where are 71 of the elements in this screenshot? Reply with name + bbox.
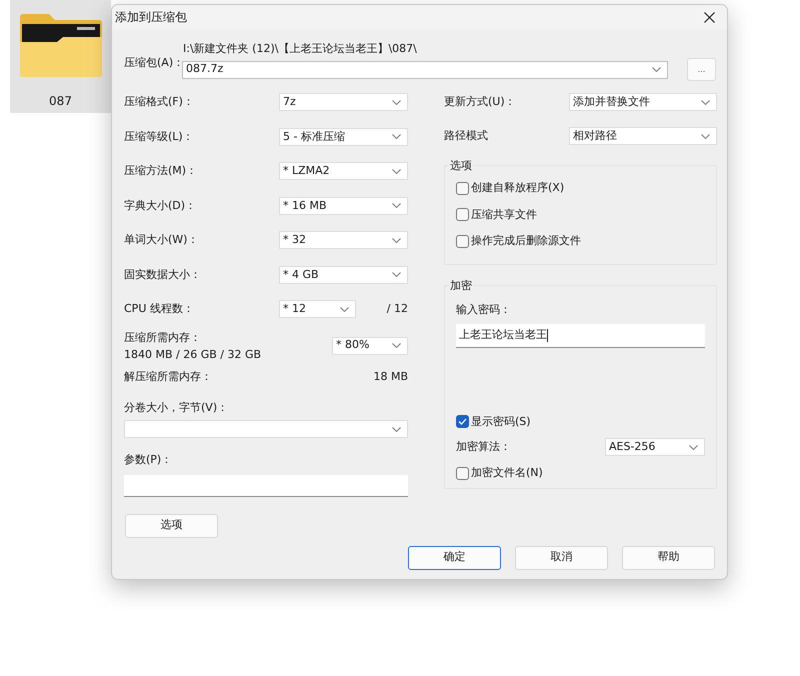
options-button[interactable]: 选项 xyxy=(125,514,218,538)
checkbox-label: 显示密码(S) xyxy=(471,414,531,430)
field-label: 加密算法： xyxy=(456,438,511,455)
field-label: 固实数据大小： xyxy=(124,266,202,282)
archive-path: I:\新建文件夹 (12)\【上老王论坛当老王】\087\ xyxy=(183,41,418,56)
dropdown[interactable]: 添加并替换文件 xyxy=(569,93,717,111)
dropdown[interactable]: AES-256 xyxy=(605,438,705,456)
dialog-button[interactable]: 确定 xyxy=(408,546,501,570)
chevron-down-icon xyxy=(340,306,349,312)
chevron-down-icon xyxy=(652,67,661,72)
chevron-down-icon xyxy=(392,100,401,105)
field-label: 参数(P)： xyxy=(124,452,174,468)
checkmark-icon xyxy=(458,418,467,426)
field-label: 输入密码： xyxy=(456,302,512,318)
chevron-down-icon xyxy=(392,203,401,208)
field-label: 更新方式(U)： xyxy=(444,94,517,110)
field-label: CPU 线程数： xyxy=(124,301,195,317)
dropdown[interactable]: 相对路径 xyxy=(569,127,717,145)
desktop-item[interactable]: 087 xyxy=(10,0,111,113)
window-title: 添加到压缩包 xyxy=(115,9,187,26)
checkbox[interactable] xyxy=(456,182,469,195)
field-label: 压缩方法(M)： xyxy=(124,163,198,179)
chevron-down-icon xyxy=(701,100,710,104)
checkbox-label: 压缩共享文件 xyxy=(471,206,537,222)
group-title: 加密 xyxy=(449,278,473,293)
field-label: 压缩等级(L)： xyxy=(124,128,195,144)
folder-name: 087 xyxy=(49,93,72,110)
dialog-button[interactable]: 取消 xyxy=(515,546,608,570)
field-label: 单词大小(W)： xyxy=(124,232,200,248)
chevron-down-icon xyxy=(392,134,401,140)
dialog-button[interactable]: 帮助 xyxy=(622,546,715,570)
field-label: 路径模式 xyxy=(444,128,489,144)
dropdown[interactable]: * LZMA2 xyxy=(279,162,408,180)
chevron-down-icon xyxy=(392,238,401,243)
chevron-down-icon xyxy=(392,343,401,348)
checkbox[interactable] xyxy=(456,234,469,248)
dropdown[interactable]: * 16 MB xyxy=(279,196,408,215)
checkbox[interactable] xyxy=(456,415,469,428)
checkbox[interactable] xyxy=(456,466,469,480)
folder-icon xyxy=(18,12,102,78)
checkbox-label: 加密文件名(N) xyxy=(471,465,543,481)
field-label: 压缩格式(F)： xyxy=(124,94,195,110)
chevron-down-icon xyxy=(392,426,401,432)
chevron-down-icon xyxy=(392,168,401,174)
dropdown[interactable]: * 80% xyxy=(332,336,408,354)
field-label: 字典大小(D)： xyxy=(124,198,198,214)
password-field[interactable]: 上老王论坛当老王 xyxy=(456,324,705,348)
text-cursor xyxy=(547,328,548,342)
archive-name-field[interactable]: 087.7z xyxy=(182,60,668,78)
field-label: 压缩包(A)： xyxy=(124,55,182,71)
browse-button[interactable]: ... xyxy=(687,58,716,81)
chevron-down-icon xyxy=(392,272,401,278)
chevron-down-icon xyxy=(689,444,698,450)
group-title: 选项 xyxy=(449,158,473,173)
thread-count: / 12 xyxy=(386,301,408,317)
dropdown[interactable]: * 4 GB xyxy=(279,266,408,284)
field-label: 压缩所需内存： xyxy=(124,330,202,346)
field-label: 分卷大小，字节(V)： xyxy=(124,400,230,416)
checkbox-label: 创建自释放程序(X) xyxy=(471,180,564,196)
dropdown[interactable]: * 32 xyxy=(279,231,408,250)
dropdown[interactable]: * 12 xyxy=(279,300,356,318)
parameters-field[interactable] xyxy=(124,474,408,496)
field-label: 解压缩所需内存： xyxy=(124,369,212,386)
dropdown[interactable]: 7z xyxy=(279,93,408,112)
chevron-down-icon xyxy=(701,134,710,138)
checkbox-label: 操作完成后删除源文件 xyxy=(471,233,581,249)
checkbox[interactable] xyxy=(456,208,469,222)
dropdown[interactable]: 5 - 标准压缩 xyxy=(279,128,408,146)
memory-value: 18 MB xyxy=(373,369,408,386)
close-icon xyxy=(704,12,714,22)
memory-usage: 1840 MB / 26 GB / 32 GB xyxy=(124,346,262,362)
